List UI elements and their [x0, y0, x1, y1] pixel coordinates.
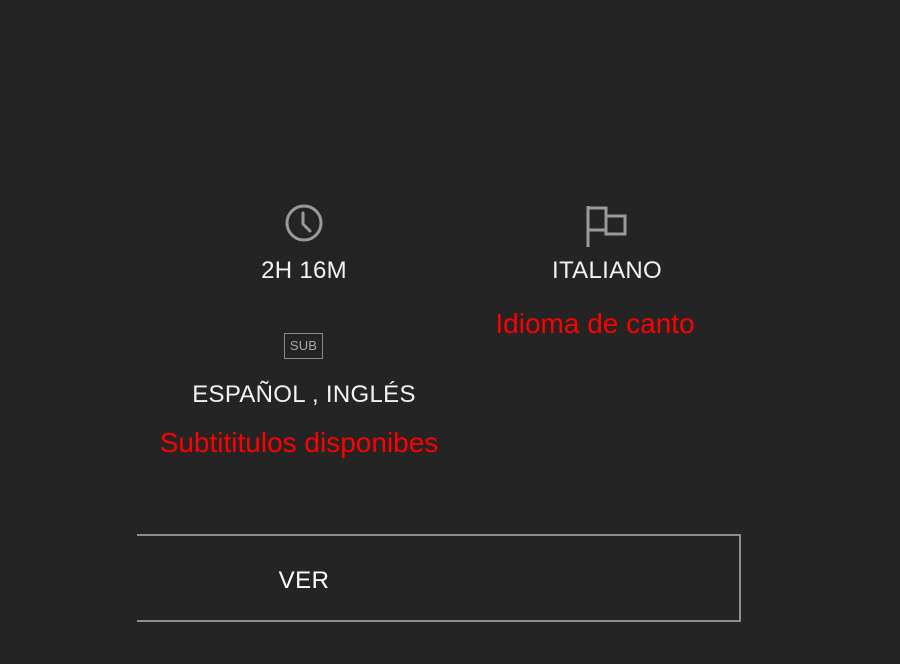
duration-text: 2H 16M — [261, 257, 347, 284]
language-text: ITALIANO — [552, 257, 662, 284]
watch-button-label: VER — [278, 567, 330, 594]
watch-button[interactable]: VER — [137, 534, 741, 622]
clock-icon — [285, 204, 323, 242]
subtitles-annotation: Subtititulos disponibes — [159, 427, 439, 458]
flag-icon — [586, 206, 627, 247]
subtitles-text: ESPAÑOL , INGLÉS — [192, 381, 416, 408]
language-annotation: Idioma de canto — [495, 308, 695, 339]
subtitles-icon: SUB — [284, 333, 323, 359]
